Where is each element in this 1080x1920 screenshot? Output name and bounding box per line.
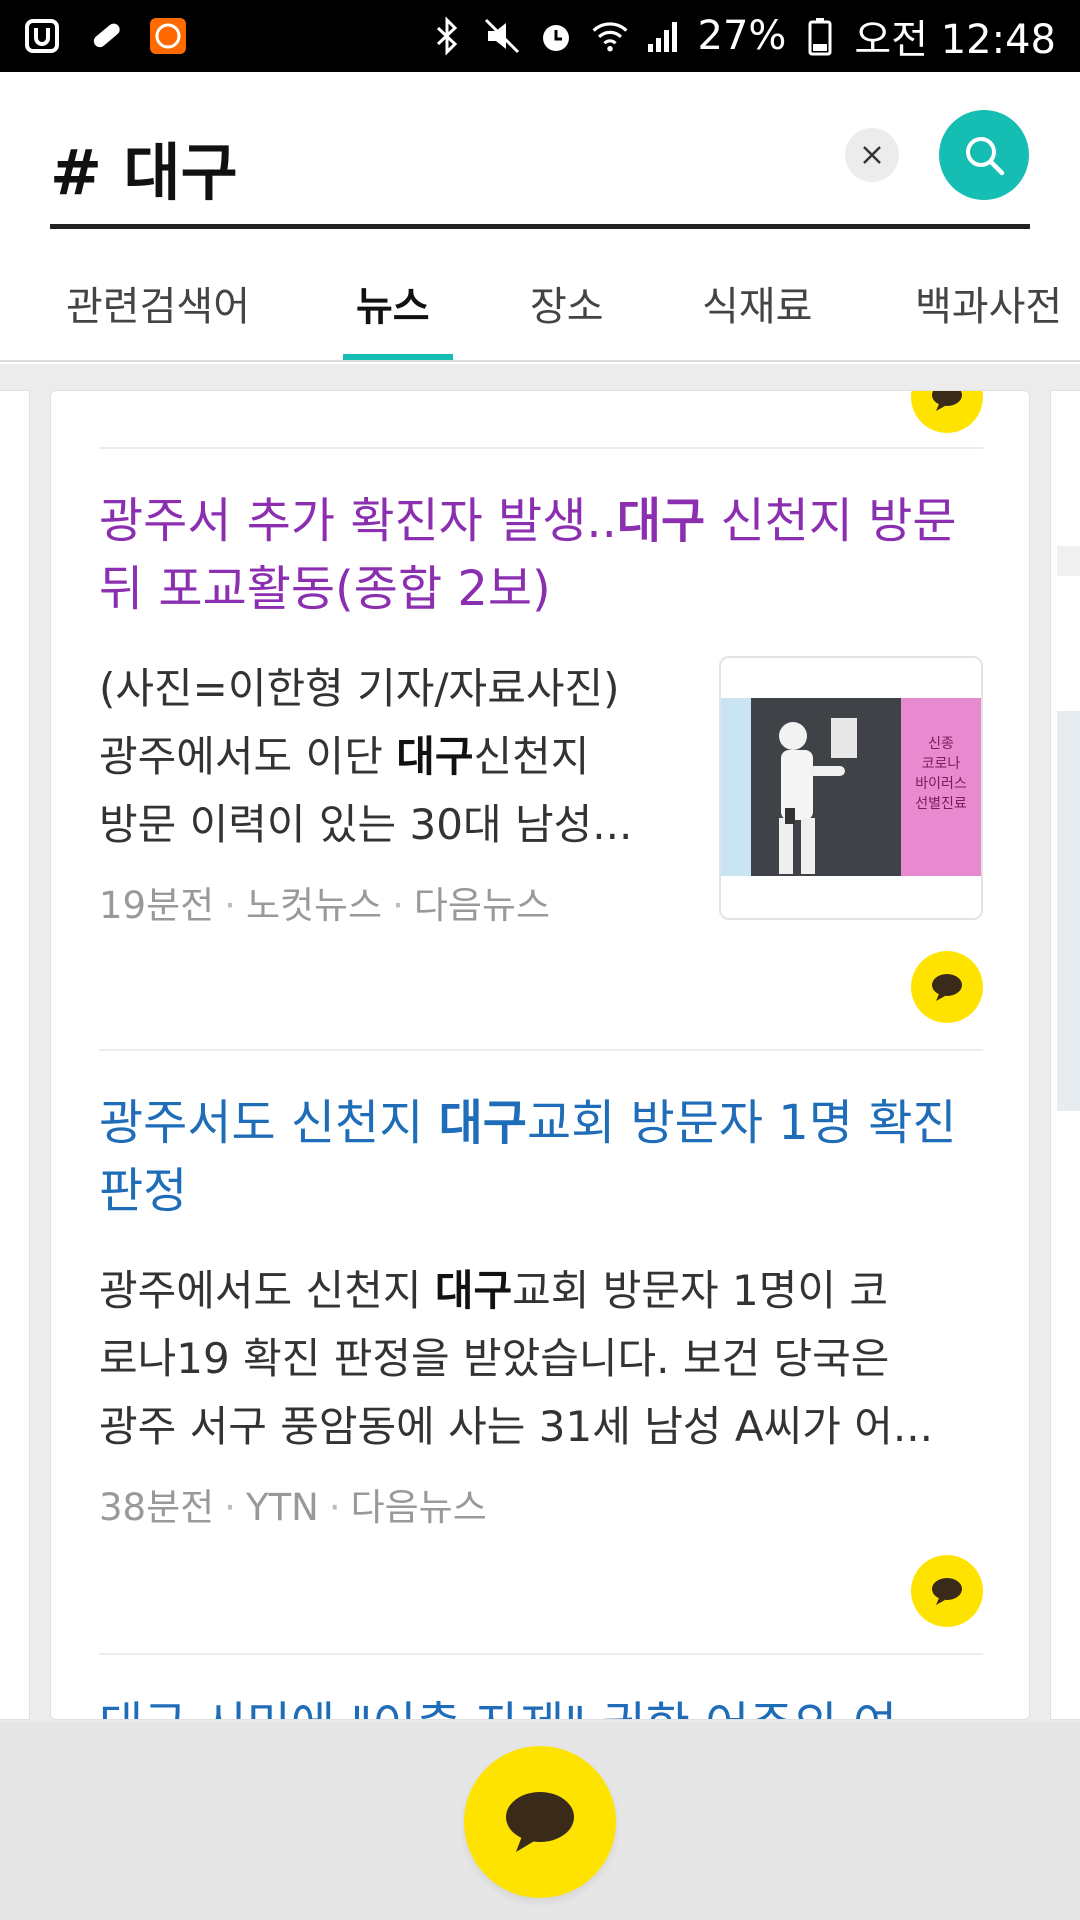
- system-status: 27% 오전 12:48: [428, 7, 1056, 65]
- sign-text: 선별진료: [915, 796, 967, 812]
- article-meta: 19분전 · 노컷뉴스 · 다음뉴스: [99, 875, 550, 929]
- title-keyword: 대구: [438, 1095, 527, 1151]
- divider: [99, 447, 983, 449]
- share-chat-button[interactable]: [911, 951, 983, 1023]
- article-portal: 다음뉴스: [413, 884, 551, 927]
- chat-bubble-icon: [932, 391, 962, 411]
- article-title[interactable]: 광주서도 신천지 대구교회 방문자 1명 확진 판정: [99, 1089, 989, 1225]
- article-snippet[interactable]: (사진=이한형 기자/자료사진) 광주에서도 이단 대구신천지 방문 이력이 있…: [99, 655, 699, 859]
- search-icon: [966, 137, 1005, 176]
- tab-encyclopedia[interactable]: 백과사전: [915, 274, 1062, 358]
- meta-separator: ·: [224, 884, 236, 927]
- alarm-icon: [536, 16, 576, 56]
- title-keyword: 대구: [616, 493, 706, 549]
- bluetooth-icon: [428, 16, 468, 56]
- share-chat-button[interactable]: [911, 1555, 983, 1627]
- notification-icons: [24, 16, 188, 56]
- snippet-line: (사진=이한형 기자/자료사진): [99, 664, 620, 713]
- snippet-text: 광주에서도 이단: [99, 732, 397, 781]
- article-source: 노컷뉴스: [245, 884, 383, 927]
- pill-icon: [86, 16, 126, 56]
- wifi-icon: [590, 16, 630, 56]
- search-button[interactable]: [939, 110, 1029, 200]
- uplus-icon: [24, 16, 64, 56]
- divider: [99, 1653, 983, 1655]
- meta-separator: ·: [224, 1486, 236, 1529]
- category-tabs: 관련검색어 뉴스 장소 식재료 백과사전: [0, 252, 1080, 362]
- meta-separator: ·: [392, 884, 404, 927]
- share-chat-button[interactable]: [911, 391, 983, 433]
- article-time: 19분전: [99, 884, 215, 927]
- snippet-line: 광주에서도 이단 대구신천지: [99, 723, 699, 791]
- signal-icon: [644, 16, 684, 56]
- snippet-text: 교회 방문자 1명이 코: [512, 1266, 889, 1315]
- tab-related-searches[interactable]: 관련검색어: [66, 274, 250, 358]
- chat-bubble-icon: [506, 1792, 574, 1852]
- snippet-line: 로나19 확진 판정을 받았습니다. 보건 당국은: [99, 1334, 890, 1383]
- article-thumbnail[interactable]: 신종 코로나 바이러스 선별진료: [719, 656, 983, 920]
- tab-ingredients[interactable]: 식재료: [702, 274, 812, 358]
- divider: [99, 1049, 983, 1051]
- article-snippet[interactable]: 광주에서도 신천지 대구교회 방문자 1명이 코 로나19 확진 판정을 받았습…: [99, 1257, 989, 1461]
- previous-card-edge[interactable]: [0, 390, 30, 1720]
- next-card-strip: [1057, 546, 1080, 576]
- snippet-keyword: 대구: [434, 1266, 513, 1315]
- next-card-edge[interactable]: [1050, 390, 1080, 1720]
- thumbnail-image: 신종 코로나 바이러스 선별진료: [721, 658, 981, 918]
- map-preview: [1057, 711, 1080, 1111]
- search-header: # 대구: [0, 72, 1080, 252]
- article-time: 38분전: [99, 1486, 215, 1529]
- search-input[interactable]: # 대구: [50, 122, 238, 212]
- title-text: 광주서도 신천지: [99, 1095, 439, 1151]
- tab-news[interactable]: 뉴스: [356, 274, 430, 358]
- article-meta: 38분전 · YTN · 다음뉴스: [99, 1477, 487, 1531]
- clear-search-button[interactable]: [845, 128, 899, 182]
- battery-percent: 27%: [697, 13, 787, 59]
- kakao-talk-button[interactable]: [464, 1746, 616, 1898]
- sign-text: 신종: [928, 736, 954, 752]
- snippet-keyword: 대구: [396, 732, 474, 781]
- clock: 오전 12:48: [854, 17, 1056, 63]
- news-card: 광주서 추가 확진자 발생..대구 신천지 방문 뒤 포교활동(종합 2보) (…: [50, 390, 1030, 1720]
- article-source: YTN: [245, 1486, 319, 1529]
- battery-icon: [800, 16, 840, 56]
- tab-places[interactable]: 장소: [530, 274, 604, 358]
- snippet-line: 방문 이력이 있는 30대 남성...: [99, 800, 633, 849]
- title-text: 광주서 추가 확진자 발생..: [99, 493, 617, 549]
- article-title[interactable]: 광주서 추가 확진자 발생..대구 신천지 방문 뒤 포교활동(종합 2보): [99, 487, 989, 623]
- search-underline: [50, 224, 1030, 229]
- mi-app-icon: [148, 16, 188, 56]
- snippet-text: 광주에서도 신천지: [99, 1266, 435, 1315]
- close-icon: [863, 146, 881, 164]
- sign-text: 코로나: [922, 756, 961, 772]
- article-portal: 다음뉴스: [350, 1486, 487, 1529]
- sign-text: 바이러스: [915, 776, 967, 792]
- snippet-text: 신천지: [473, 732, 590, 781]
- mute-icon: [482, 16, 522, 56]
- article-title-partial[interactable]: 대구 시민에 "이출 자제" 권한 어주의 여: [99, 1691, 989, 1719]
- snippet-line: 광주 서구 풍암동에 사는 31세 남성 A씨가 어...: [99, 1402, 933, 1451]
- snippet-line: 광주에서도 신천지 대구교회 방문자 1명이 코: [99, 1257, 989, 1325]
- chat-bubble-icon: [932, 1578, 962, 1605]
- status-bar: 27% 오전 12:48: [0, 0, 1080, 72]
- meta-separator: ·: [328, 1486, 341, 1529]
- chat-bubble-icon: [932, 974, 962, 1001]
- active-tab-indicator: [343, 354, 453, 360]
